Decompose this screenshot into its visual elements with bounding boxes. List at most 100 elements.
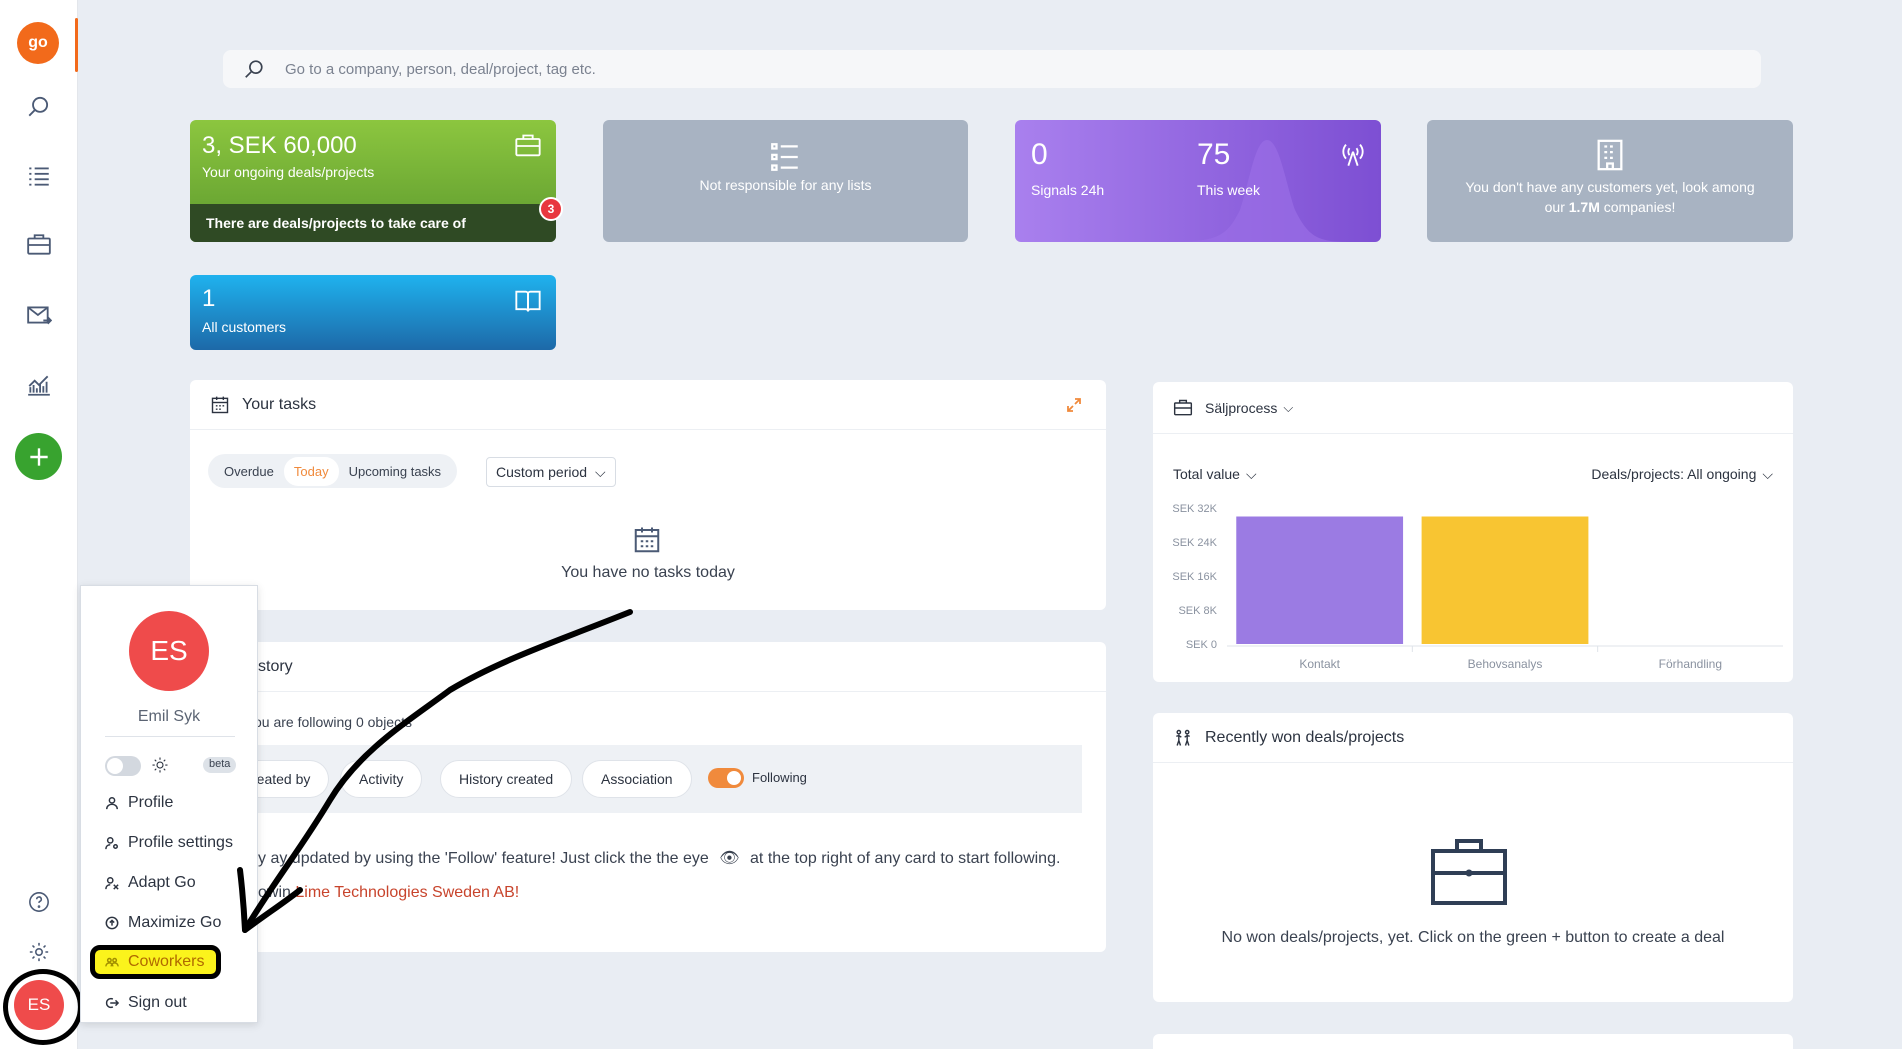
y-tick-label: SEK 16K	[1172, 571, 1217, 583]
won-empty-text: No won deals/projects, yet. Click on the…	[1221, 929, 1725, 946]
menu-item-coworkers[interactable]: Coworkers	[105, 950, 204, 974]
plus-icon	[29, 447, 48, 466]
divider	[105, 736, 235, 737]
add-button[interactable]	[15, 433, 62, 480]
sales-chart: SEK 32K SEK 24K SEK 16K SEK 8K SEK 0 Kontakt B…	[1172, 503, 1783, 671]
theme-toggle[interactable]	[105, 756, 141, 776]
lists-card[interactable]: Not responsible for any lists	[603, 120, 968, 242]
customers-hint-text: You don't have any customers yet, look a…	[1465, 179, 1755, 215]
history-info: y ay updated by using the 'Follow' featu…	[258, 850, 1061, 867]
deals-label: Your ongoing deals/projects	[202, 164, 375, 180]
y-tick-label: SEK 8K	[1178, 605, 1217, 617]
annotation-circle	[3, 969, 83, 1045]
history-panel: story ou are following 0 objects reated …	[190, 642, 1106, 952]
tasks-header: Your tasks	[190, 380, 1106, 430]
briefcase-icon[interactable]	[24, 230, 54, 260]
avatar: ES	[129, 611, 209, 691]
user-settings-icon	[105, 837, 118, 850]
custom-period-select[interactable]: Custom period ⌵	[486, 457, 616, 487]
search-icon[interactable]	[24, 92, 54, 122]
user-menu: ES Emil Syk beta Profile Profile setting…	[80, 585, 258, 1023]
calendar-icon	[211, 396, 229, 413]
book-icon	[514, 287, 542, 315]
tasks-empty-text: You have no tasks today	[561, 564, 735, 581]
user-icon	[106, 797, 118, 810]
x-tick-label: Förhandling	[1659, 657, 1722, 671]
building-icon	[1593, 138, 1627, 177]
chart-bar[interactable]	[1236, 516, 1404, 645]
briefcase-icon	[514, 132, 542, 160]
lists-label: Not responsible for any lists	[699, 177, 872, 193]
following-count: ou are following 0 objects	[254, 714, 412, 730]
signals-card[interactable]: 0 Signals 24h 75 This week	[1015, 120, 1381, 242]
tab-overdue[interactable]: Overdue	[214, 457, 284, 486]
chevron-down-icon: ⌵	[594, 464, 606, 480]
won-panel: Recently won deals/projects No won deals…	[1153, 713, 1793, 1002]
chart-bar[interactable]	[1421, 516, 1589, 645]
menu-item-adapt-go[interactable]: Adapt Go	[105, 871, 196, 895]
gear-icon[interactable]	[24, 937, 54, 967]
tasks-tabs: Overdue Today Upcoming tasks	[208, 454, 458, 488]
list-icon[interactable]	[24, 161, 54, 191]
filter-history-created[interactable]: History created	[440, 760, 573, 798]
chart-icon[interactable]	[24, 370, 54, 400]
tab-upcoming[interactable]: Upcoming tasks	[339, 457, 451, 486]
deals-footer[interactable]: There are deals/projects to take care of	[190, 204, 556, 242]
y-tick-label: SEK 0	[1186, 639, 1217, 651]
menu-item-maximize-go[interactable]: Maximize Go	[105, 911, 221, 935]
sales-panel: Säljprocess ⌵ Total value ⌵ Deals/project…	[1153, 382, 1793, 682]
list-icon	[768, 140, 802, 179]
search-input[interactable]	[285, 60, 1685, 78]
sidebar: go ES	[0, 0, 83, 1049]
filter-activity[interactable]: Activity	[340, 760, 423, 798]
tasks-panel: Your tasks Overdue Today Upcoming tasks …	[190, 380, 1106, 610]
expand-icon[interactable]	[1066, 397, 1082, 413]
customers-hint-card[interactable]: You don't have any customers yet, look a…	[1427, 120, 1793, 242]
menu-item-sign-out[interactable]: Sign out	[105, 991, 187, 1015]
x-tick-label: Behovsanalys	[1468, 657, 1543, 671]
global-search	[223, 50, 1761, 88]
app-logo[interactable]: go	[17, 22, 59, 64]
signals-24h-count: 0	[1031, 138, 1048, 171]
active-indicator	[75, 18, 78, 72]
sun-icon	[151, 756, 169, 774]
arrow-up-circle-icon	[105, 916, 119, 930]
help-icon[interactable]	[24, 887, 54, 917]
briefcase-icon	[1429, 837, 1509, 912]
adapt-icon	[105, 877, 119, 890]
menu-item-profile-settings[interactable]: Profile settings	[105, 831, 233, 855]
tasks-title: Your tasks	[242, 395, 317, 413]
history-title: story	[258, 657, 293, 675]
eye-icon: 👁	[719, 850, 740, 867]
signals-week-label: This week	[1197, 182, 1261, 198]
company-link[interactable]: Lime Technologies Sweden AB!	[295, 884, 519, 901]
signals-week-count: 75	[1197, 138, 1231, 171]
following-toggle[interactable]	[708, 768, 744, 788]
tab-today[interactable]: Today	[283, 456, 339, 486]
customers-card[interactable]: 1 All customers	[190, 275, 556, 350]
y-tick-label: SEK 32K	[1172, 503, 1217, 515]
menu-item-profile[interactable]: Profile	[105, 791, 173, 815]
signals-24h-label: Signals 24h	[1031, 182, 1105, 198]
x-tick-label: Kontakt	[1299, 657, 1340, 671]
history-follow-line: owin Lime Technologies Sweden AB!	[258, 884, 520, 901]
customers-label: All customers	[202, 319, 287, 335]
following-label: Following	[752, 770, 807, 785]
deals-card[interactable]: 3, SEK 60,000 Your ongoing deals/project…	[190, 120, 556, 242]
mail-icon[interactable]	[24, 300, 54, 330]
customers-value: 1	[202, 285, 216, 312]
sign-out-icon	[105, 997, 119, 1009]
signal-icon	[1339, 140, 1367, 168]
filter-association[interactable]: Association	[582, 760, 692, 798]
won-header: Recently won deals/projects	[1153, 713, 1793, 763]
search-icon	[245, 60, 263, 78]
bottom-panel	[1153, 1034, 1793, 1049]
history-header: story	[190, 642, 1106, 692]
coworkers-icon	[105, 957, 119, 967]
user-name: Emil Syk	[137, 708, 201, 725]
won-title: Recently won deals/projects	[1205, 728, 1405, 746]
deals-badge: 3	[539, 197, 563, 221]
beta-badge: beta	[203, 757, 237, 773]
y-tick-label: SEK 24K	[1172, 537, 1217, 549]
deals-value: 3, SEK 60,000	[202, 132, 357, 159]
